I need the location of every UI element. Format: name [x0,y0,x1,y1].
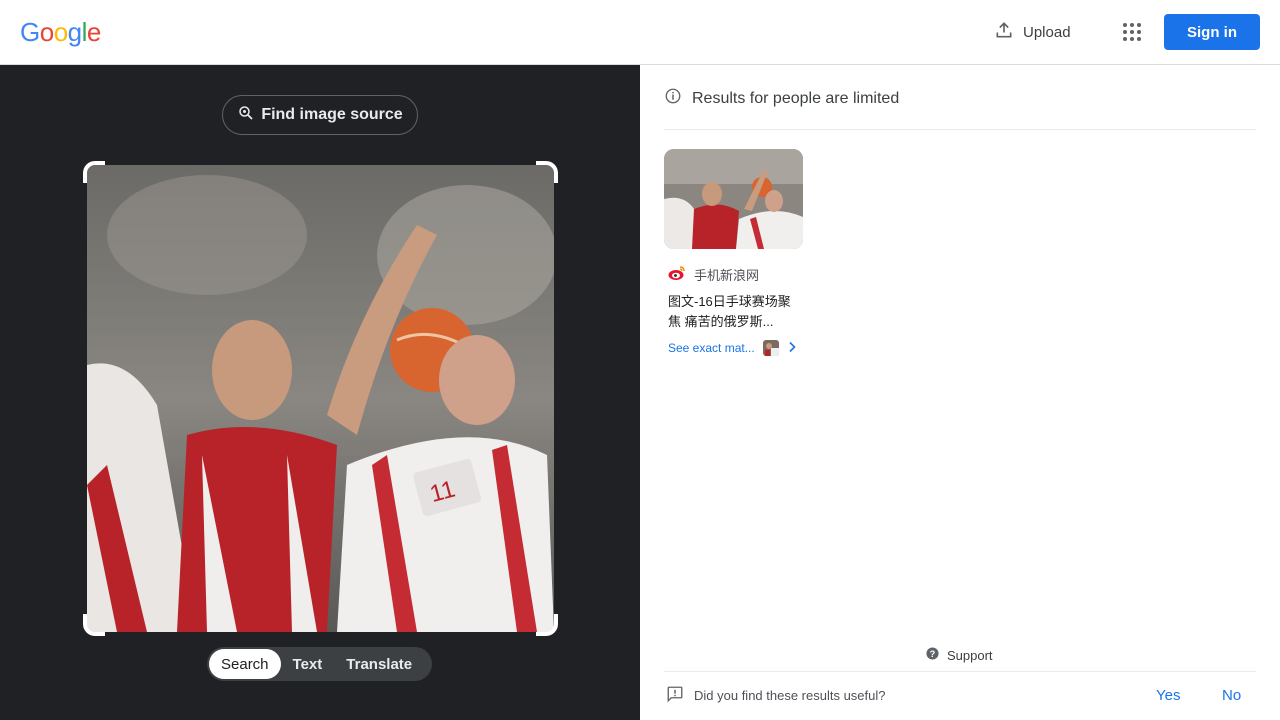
top-header: Google Upload Sign in [0,0,1280,65]
results-limited-notice: Results for people are limited [664,87,899,110]
results-panel: Results for people are limited 手机新浪网 图文-… [640,65,1280,720]
see-exact-matches-link[interactable]: See exact mat... [664,340,804,356]
notice-text: Results for people are limited [692,89,900,107]
find-image-source-label: Find image source [261,106,403,123]
result-title[interactable]: 图文-16日手球赛场聚焦 痛苦的俄罗斯... [664,292,800,332]
upload-button[interactable]: Upload [984,14,1081,50]
support-label: Support [947,647,993,663]
upload-icon [994,20,1014,44]
tab-search[interactable]: Search [209,649,281,679]
logo-letter: G [20,17,40,47]
support-link[interactable]: ? Support [926,647,993,663]
find-image-source-button[interactable]: Find image source [222,95,418,135]
result-source: 手机新浪网 [664,265,804,284]
image-crop-selector[interactable]: 11 [83,161,558,636]
lens-search-icon [237,104,255,127]
feedback-yes-button[interactable]: Yes [1156,687,1180,704]
chevron-right-icon [787,341,797,356]
upload-label: Upload [1023,23,1071,41]
tab-translate[interactable]: Translate [334,649,424,679]
feedback-prompt: Did you find these results useful? [666,685,886,706]
sign-in-button[interactable]: Sign in [1164,14,1260,50]
logo-letter: o [39,17,54,47]
logo-letter: o [53,17,68,47]
divider [664,129,1256,130]
image-query-panel: Find image source 11 Search Text Transla… [0,65,640,720]
crop-handle-bottom-left[interactable] [83,614,105,636]
search-mode-tabs: Search Text Translate [207,647,432,681]
svg-text:?: ? [930,649,936,659]
crop-handle-top-left[interactable] [83,161,105,183]
result-card[interactable]: 手机新浪网 图文-16日手球赛场聚焦 痛苦的俄罗斯... See exact m… [664,149,804,356]
logo-letter: g [67,17,82,47]
crop-handle-top-right[interactable] [536,161,558,183]
result-thumbnail[interactable] [664,149,803,249]
help-icon: ? [926,647,939,663]
weibo-icon [668,265,686,284]
google-logo[interactable]: Google [20,17,101,48]
apps-grid-icon[interactable] [1116,16,1148,48]
feedback-no-button[interactable]: No [1222,687,1241,704]
logo-letter: e [86,17,101,47]
tab-text[interactable]: Text [281,649,335,679]
query-image: 11 [87,165,554,632]
exact-match-thumbnail [762,340,779,356]
info-icon[interactable] [664,87,682,110]
result-source-name: 手机新浪网 [694,268,760,283]
feedback-icon [666,685,684,706]
divider [664,671,1256,672]
feedback-question: Did you find these results useful? [694,688,886,703]
crop-handle-bottom-right[interactable] [536,614,558,636]
exact-match-label: See exact mat... [668,341,755,355]
